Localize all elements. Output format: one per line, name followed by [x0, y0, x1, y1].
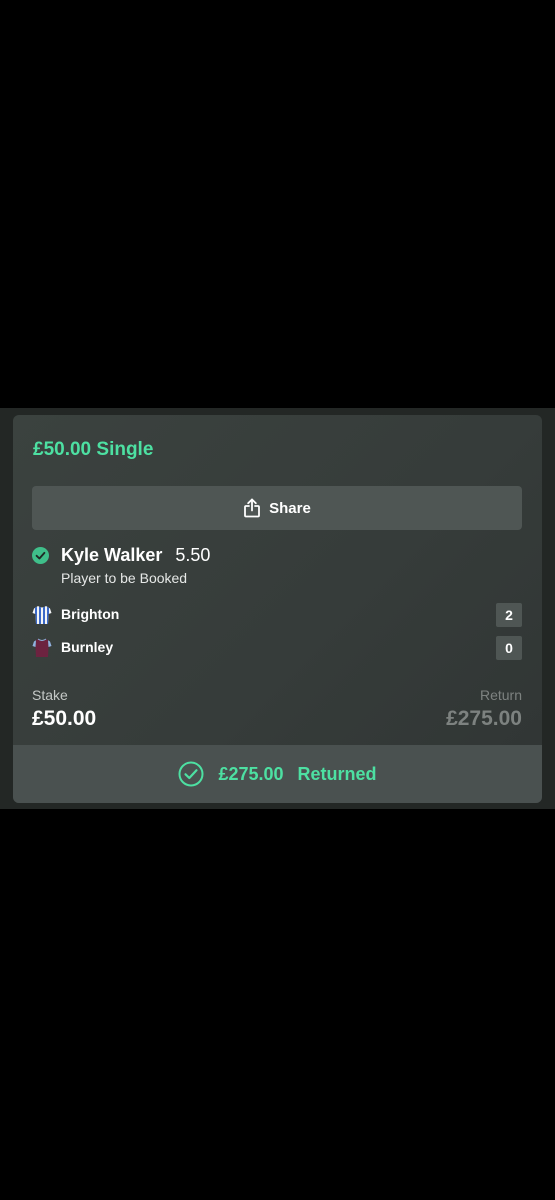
selection-row: Kyle Walker 5.50 [61, 545, 210, 566]
returned-amount: £275.00 [218, 763, 284, 784]
bet-card: £50.00 Single Share Kyle Walker 5.50 Pla… [13, 415, 542, 803]
selection-won-check-icon [32, 547, 49, 564]
returned-check-circle-icon [178, 761, 204, 787]
selection-market: Player to be Booked [61, 570, 188, 586]
bet-result-bar: £275.00 Returned [13, 745, 542, 803]
return-label: Return [479, 687, 522, 703]
away-team-row: Burnley 0 [32, 636, 522, 660]
bet-title: £50.00 Single [33, 439, 154, 460]
stake-value: £50.00 [32, 707, 97, 730]
selection-odds: 5.50 [175, 545, 211, 565]
share-button[interactable]: Share [32, 486, 522, 530]
returned-status-text: Returned [297, 763, 377, 784]
home-team-score: 2 [496, 603, 522, 627]
home-team-row: Brighton 2 [32, 603, 522, 627]
selection-name: Kyle Walker [61, 545, 163, 565]
claret-shirt-icon [32, 638, 52, 657]
home-team-name: Brighton [61, 606, 120, 622]
away-team-score: 0 [496, 636, 522, 660]
return-value: £275.00 [446, 707, 522, 730]
stake-label: Stake [32, 687, 68, 703]
away-team-name: Burnley [61, 639, 114, 655]
striped-blue-white-shirt-icon [32, 606, 52, 624]
share-button-label: Share [269, 499, 311, 517]
share-icon [244, 498, 261, 518]
